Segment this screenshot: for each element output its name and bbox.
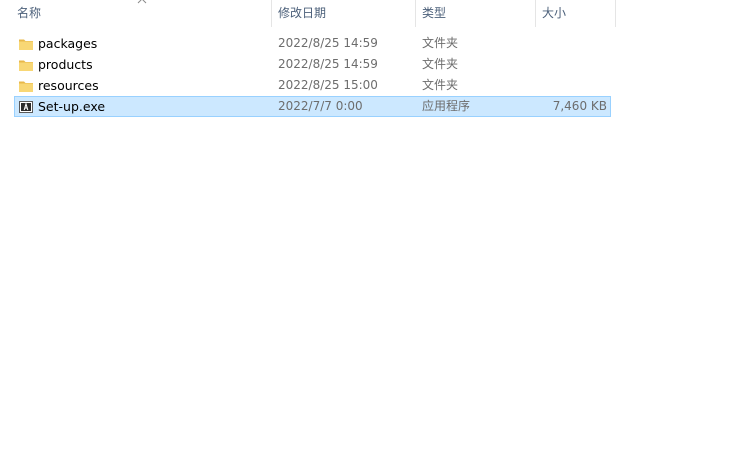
file-modified: 2022/8/25 14:59 xyxy=(278,36,378,50)
column-header: 名称 修改日期 类型 大小 xyxy=(0,0,616,27)
column-modified-label: 修改日期 xyxy=(278,6,327,20)
column-size[interactable]: 大小 xyxy=(542,0,615,27)
file-size: 7,460 KB xyxy=(552,99,607,113)
column-divider[interactable] xyxy=(535,0,536,27)
file-type: 文件夹 xyxy=(422,57,459,71)
file-name: resources xyxy=(38,78,99,93)
file-type: 文件夹 xyxy=(422,36,459,50)
column-type[interactable]: 类型 xyxy=(422,0,535,27)
file-type: 应用程序 xyxy=(422,99,471,113)
file-modified: 2022/8/25 14:59 xyxy=(278,57,378,71)
column-divider[interactable] xyxy=(615,0,616,27)
file-modified: 2022/8/25 15:00 xyxy=(278,78,378,92)
adobe-app-icon xyxy=(19,101,33,113)
folder-icon xyxy=(19,39,33,50)
file-explorer: 名称 修改日期 类型 大小 packages 2022/8/25 14:59 文… xyxy=(0,0,738,459)
column-divider[interactable] xyxy=(271,0,272,27)
folder-icon xyxy=(19,81,33,92)
column-name[interactable]: 名称 xyxy=(17,0,271,27)
file-row-setup-exe[interactable]: Set-up.exe 2022/7/7 0:00 应用程序 7,460 KB xyxy=(14,96,611,117)
file-name: packages xyxy=(38,36,98,51)
file-modified: 2022/7/7 0:00 xyxy=(278,99,363,113)
column-size-label: 大小 xyxy=(542,6,567,20)
column-divider[interactable] xyxy=(415,0,416,27)
file-type: 文件夹 xyxy=(422,78,459,92)
column-type-label: 类型 xyxy=(422,6,447,20)
column-modified[interactable]: 修改日期 xyxy=(278,0,415,27)
file-name: products xyxy=(38,57,93,72)
file-row-resources[interactable]: resources 2022/8/25 15:00 文件夹 xyxy=(14,75,611,96)
file-row-products[interactable]: products 2022/8/25 14:59 文件夹 xyxy=(14,54,611,75)
file-name: Set-up.exe xyxy=(38,99,106,114)
file-row-packages[interactable]: packages 2022/8/25 14:59 文件夹 xyxy=(14,33,611,54)
column-name-label: 名称 xyxy=(17,6,42,20)
folder-icon xyxy=(19,60,33,71)
